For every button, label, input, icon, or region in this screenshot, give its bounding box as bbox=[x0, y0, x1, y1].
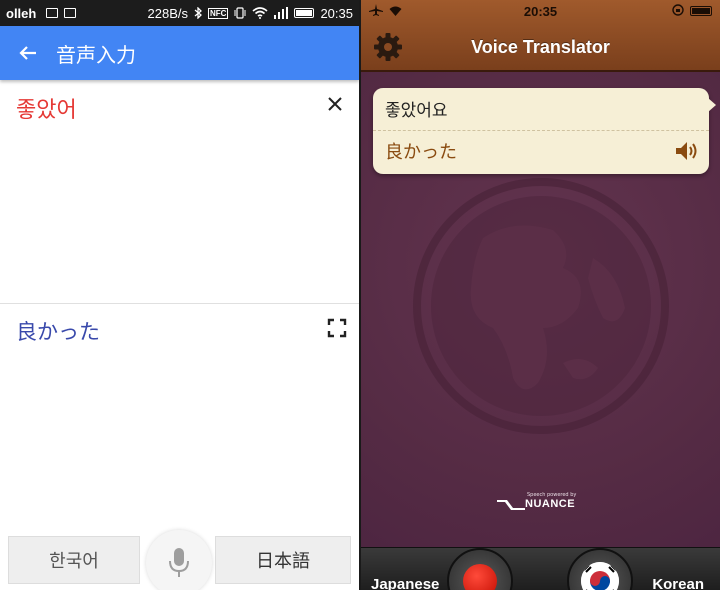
close-icon bbox=[328, 97, 342, 111]
fullscreen-icon[interactable] bbox=[327, 318, 347, 338]
arrow-left-icon bbox=[19, 46, 36, 60]
status-time: 20:35 bbox=[523, 3, 558, 19]
page-title: 音声入力 bbox=[56, 42, 136, 67]
sim-icon bbox=[46, 8, 59, 18]
nuance-label: NUANCE bbox=[525, 498, 576, 510]
record-icon bbox=[463, 564, 497, 590]
korean-label: Korean bbox=[652, 576, 704, 590]
signal-icon bbox=[274, 7, 289, 19]
wifi-icon bbox=[252, 7, 268, 19]
translation-area: 良かった bbox=[0, 304, 359, 530]
image-icon bbox=[64, 8, 77, 18]
microphone-button[interactable] bbox=[146, 530, 212, 590]
source-text-area[interactable]: 좋았어 bbox=[0, 80, 359, 304]
bluetooth-icon bbox=[194, 7, 202, 19]
gear-icon[interactable] bbox=[373, 32, 403, 62]
target-language-button[interactable]: 日本語 bbox=[215, 536, 351, 584]
ios-status-bar: 20:35 bbox=[361, 0, 720, 22]
vibrate-icon bbox=[234, 7, 246, 19]
record-japanese-button[interactable] bbox=[447, 548, 513, 590]
translation-text: 良かった bbox=[16, 320, 100, 344]
status-time: 20:35 bbox=[320, 5, 353, 21]
android-status-bar: olleh 228B/s NFC 20:35 bbox=[0, 0, 359, 26]
record-bar: Japanese Korean bbox=[361, 547, 720, 590]
language-bar: 한국어 日本語 bbox=[0, 530, 359, 590]
source-language-button[interactable]: 한국어 bbox=[8, 536, 140, 584]
japanese-label: Japanese bbox=[371, 576, 440, 590]
microphone-icon bbox=[169, 548, 189, 577]
ios-voice-translator-screen: 20:35 Voice Translator 좋았어요 良かった Speech … bbox=[361, 0, 720, 590]
record-korean-button[interactable] bbox=[567, 548, 633, 590]
network-speed: 228B/s bbox=[147, 5, 188, 21]
globe-watermark-icon bbox=[413, 178, 669, 434]
bubble-source-text: 좋았어요 bbox=[385, 101, 448, 121]
nav-header: 20:35 Voice Translator bbox=[361, 0, 720, 72]
nfc-icon: NFC bbox=[208, 7, 229, 19]
clear-button[interactable] bbox=[323, 92, 347, 116]
translation-bubble[interactable]: 좋았어요 良かった bbox=[373, 88, 716, 174]
bubble-divider bbox=[373, 130, 709, 131]
app-title: Voice Translator bbox=[471, 36, 610, 57]
carrier-label: olleh bbox=[6, 5, 37, 21]
nuance-branding: Speech powered by NUANCE bbox=[495, 492, 585, 518]
android-voice-input-screen: olleh 228B/s NFC 20:35 音声入力 좋았어 良かった 한국어… bbox=[0, 0, 359, 590]
korean-flag-icon bbox=[581, 562, 619, 590]
nuance-logo-icon bbox=[497, 500, 525, 510]
source-text: 좋았어 bbox=[16, 98, 77, 123]
back-button[interactable] bbox=[0, 26, 56, 80]
battery-icon bbox=[294, 8, 315, 18]
app-bar: 音声入力 bbox=[0, 26, 359, 80]
speaker-icon[interactable] bbox=[675, 140, 701, 162]
bubble-translation-text: 良かった bbox=[385, 142, 457, 163]
